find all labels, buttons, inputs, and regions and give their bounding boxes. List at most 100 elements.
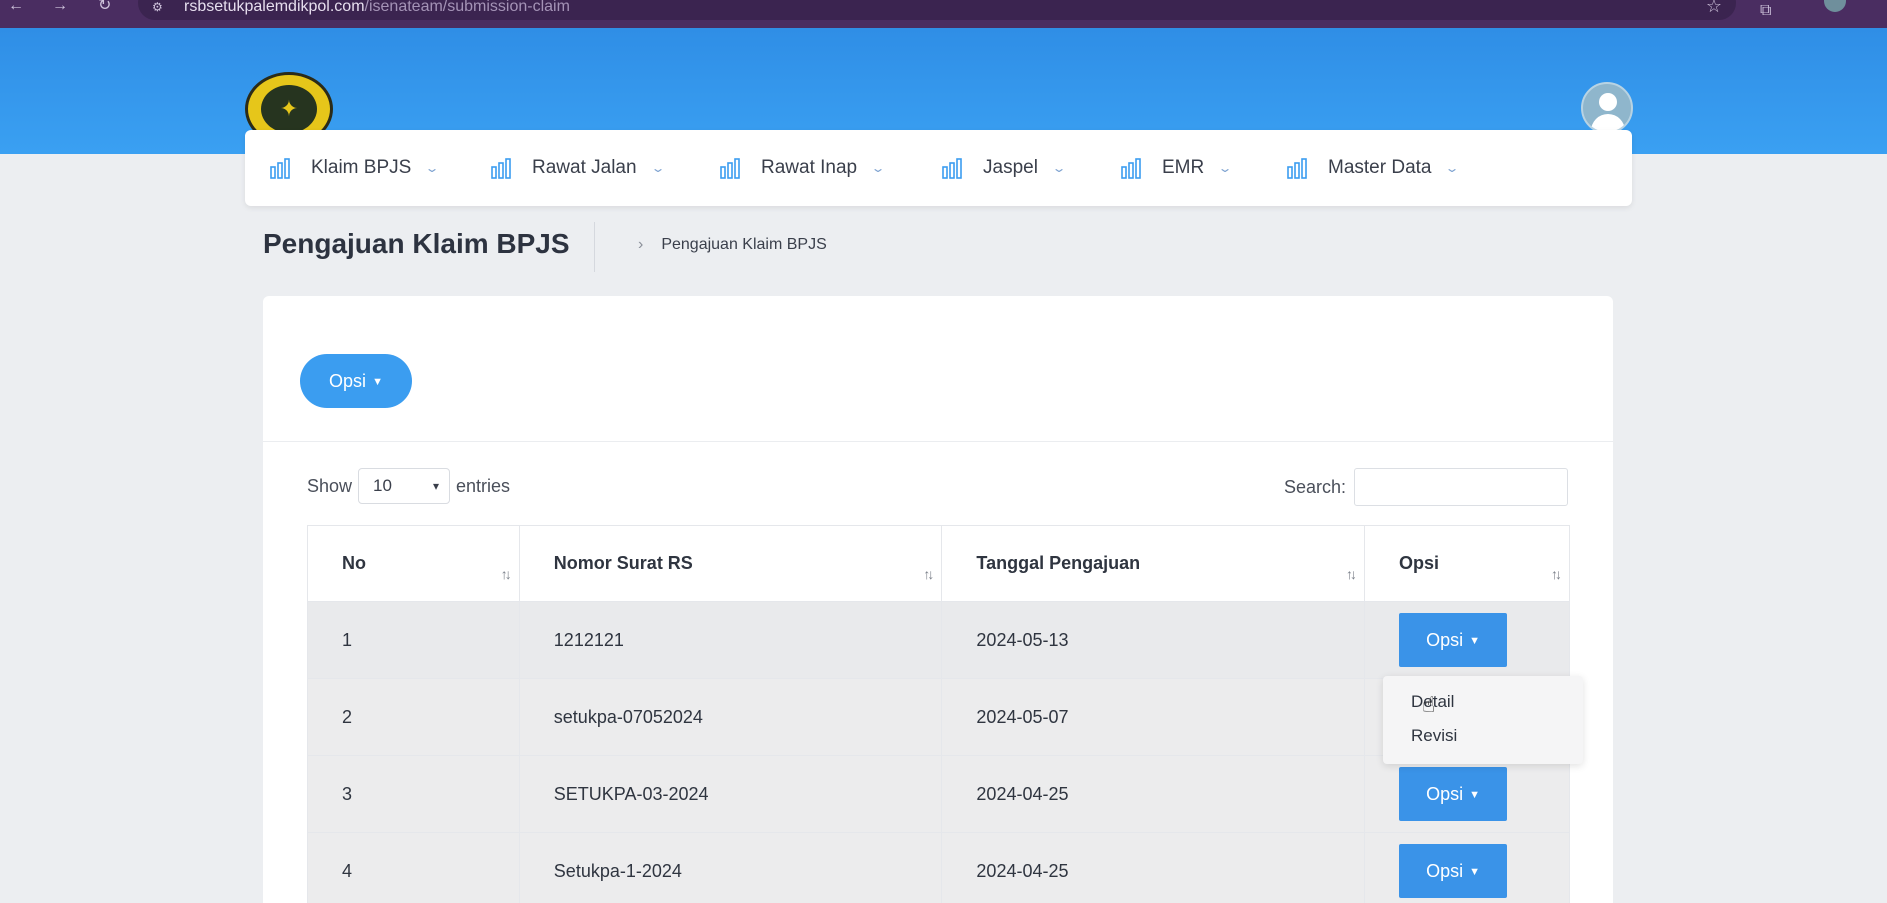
row-opsi-label: Opsi [1426, 860, 1464, 881]
nav-label: Jaspel [983, 157, 1038, 178]
row-opsi-dropdown-menu: Detail Revisi [1383, 676, 1583, 764]
address-bar[interactable]: ⚙ rsbsetukpalemdikpol.com/isenateam/subm… [138, 0, 1736, 20]
forward-icon[interactable]: → [52, 0, 68, 14]
hand-pointer-icon: ☝ [1422, 692, 1436, 717]
cell-nomor: setukpa-07052024 [518, 678, 943, 756]
chevron-down-icon: ▾ [433, 479, 440, 493]
chevron-down-icon: ⌄ [1217, 161, 1233, 175]
cell-tanggal: 2024-04-25 [941, 755, 1366, 833]
nav-label: Master Data [1328, 157, 1432, 178]
claims-card: Opsi ▼ Show 10 ▾ entries Search: No ↑↓ Nom… [263, 296, 1613, 903]
show-label: Show [307, 475, 353, 496]
chevron-down-icon: ⌄ [870, 161, 886, 175]
nav-label: Rawat Jalan [532, 157, 637, 178]
column-header-tanggal[interactable]: Tanggal Pengajuan ↑↓ [941, 525, 1366, 602]
table-header-row: No ↑↓ Nomor Surat RS ↑↓ Tanggal Pengajuan ↑… [307, 525, 1570, 602]
column-header-nomor-surat[interactable]: Nomor Surat RS ↑↓ [518, 525, 943, 602]
cell-opsi: Opsi ▼ [1364, 832, 1570, 903]
column-label: No [342, 553, 366, 573]
row-opsi-button[interactable]: Opsi ▼ [1399, 767, 1508, 821]
table-row: 3 SETUKPA-03-2024 2024-04-25 Opsi ▼ [307, 755, 1570, 833]
card-divider [263, 441, 1613, 442]
breadcrumb: › Pengajuan Klaim BPJS [638, 236, 827, 254]
caret-down-icon: ▼ [372, 375, 383, 388]
column-header-no[interactable]: No ↑↓ [307, 525, 520, 602]
row-opsi-button[interactable]: Opsi ▼ [1399, 613, 1508, 667]
site-info-icon[interactable]: ⚙ [152, 0, 163, 14]
breadcrumb-current: Pengajuan Klaim BPJS [661, 236, 827, 253]
sort-icon: ↑↓ [500, 566, 512, 582]
browser-profile-icon[interactable] [1824, 0, 1846, 12]
chevron-down-icon: ⌄ [650, 161, 666, 175]
caduceus-icon: ✦ [261, 85, 317, 133]
nav-item-emr[interactable]: EMR ⌄ [1120, 130, 1233, 206]
nav-item-klaim-bpjs[interactable]: Klaim BPJS ⌄ [269, 130, 440, 206]
bar-chart-icon [1121, 158, 1141, 179]
row-opsi-label: Opsi [1426, 629, 1464, 650]
entries-label: entries [456, 475, 511, 496]
address-url: rsbsetukpalemdikpol.com/isenateam/submis… [184, 0, 570, 16]
sort-icon: ↑↓ [1551, 566, 1562, 582]
reload-icon[interactable]: ↻ [98, 0, 111, 14]
search-input[interactable] [1354, 468, 1569, 506]
sort-icon: ↑↓ [1346, 566, 1357, 582]
nav-item-rawat-jalan[interactable]: Rawat Jalan ⌄ [490, 130, 666, 206]
cell-no: 1 [307, 601, 520, 679]
column-label: Nomor Surat RS [553, 553, 693, 573]
extensions-icon[interactable]: ⧉ [1760, 2, 1771, 20]
chevron-down-icon: ⌄ [424, 161, 440, 175]
search-label: Search: [1284, 476, 1347, 497]
page-title: Pengajuan Klaim BPJS [263, 228, 570, 259]
caret-down-icon: ▼ [1469, 634, 1480, 647]
opsi-label: Opsi [329, 370, 367, 391]
cell-no: 3 [307, 755, 520, 833]
cell-nomor: 1212121 [518, 601, 943, 679]
nav-item-rawat-inap[interactable]: Rawat Inap ⌄ [719, 130, 886, 206]
bar-chart-icon [1287, 158, 1307, 179]
chevron-down-icon: ⌄ [1444, 161, 1461, 175]
row-opsi-button[interactable]: Opsi ▼ [1399, 844, 1508, 898]
cell-tanggal: 2024-04-25 [941, 832, 1366, 903]
cell-opsi: Opsi ▼ [1364, 755, 1570, 833]
title-divider [594, 222, 595, 272]
chevron-down-icon: ⌄ [1051, 161, 1067, 175]
table-row: 2 setukpa-07052024 2024-05-07 [307, 678, 1570, 756]
chevron-right-icon: › [638, 236, 644, 253]
entries-control: Show 10 ▾ entries [307, 468, 510, 504]
column-header-opsi[interactable]: Opsi ↑↓ [1364, 525, 1570, 602]
cell-nomor: SETUKPA-03-2024 [518, 755, 943, 833]
cell-no: 4 [307, 832, 520, 903]
menu-item-detail[interactable]: Detail [1383, 692, 1583, 726]
cell-tanggal: 2024-05-13 [941, 601, 1366, 679]
caret-down-icon: ▼ [1469, 865, 1480, 878]
nav-item-master-data[interactable]: Master Data ⌄ [1286, 130, 1461, 206]
nav-label: Rawat Inap [761, 157, 858, 178]
menu-item-revisi[interactable]: Revisi [1383, 726, 1583, 760]
column-label: Opsi [1399, 553, 1440, 573]
nav-label: Klaim BPJS [311, 157, 412, 178]
cell-no: 2 [307, 678, 520, 756]
url-path: /isenateam/submission-claim [364, 0, 570, 15]
user-avatar[interactable] [1581, 82, 1633, 134]
back-icon[interactable]: ← [8, 0, 24, 14]
cell-tanggal: 2024-05-07 [941, 678, 1366, 756]
claims-table: No ↑↓ Nomor Surat RS ↑↓ Tanggal Pengajuan ↑… [307, 525, 1570, 903]
entries-value: 10 [373, 476, 392, 495]
opsi-dropdown-button[interactable]: Opsi ▼ [300, 354, 412, 408]
row-opsi-label: Opsi [1426, 783, 1464, 804]
table-row: 4 Setukpa-1-2024 2024-04-25 Opsi ▼ [307, 832, 1570, 903]
table-row: 1 1212121 2024-05-13 Opsi ▼ [307, 601, 1570, 679]
main-nav: Klaim BPJS ⌄ Rawat Jalan ⌄ Rawat Inap ⌄ … [245, 130, 1632, 206]
cell-nomor: Setukpa-1-2024 [518, 832, 943, 903]
nav-label: EMR [1162, 157, 1205, 178]
bookmark-star-icon[interactable]: ☆ [1706, 0, 1722, 17]
entries-select[interactable]: 10 ▾ [358, 468, 451, 504]
url-host: rsbsetukpalemdikpol.com [184, 0, 365, 15]
column-label: Tanggal Pengajuan [976, 553, 1141, 573]
browser-chrome: ← → ↻ ⚙ rsbsetukpalemdikpol.com/isenatea… [0, 0, 1887, 28]
caret-down-icon: ▼ [1469, 788, 1480, 801]
bar-chart-icon [491, 158, 511, 179]
avatar-head [1599, 93, 1617, 111]
nav-item-jaspel[interactable]: Jaspel ⌄ [941, 130, 1067, 206]
bar-chart-icon [720, 158, 740, 179]
